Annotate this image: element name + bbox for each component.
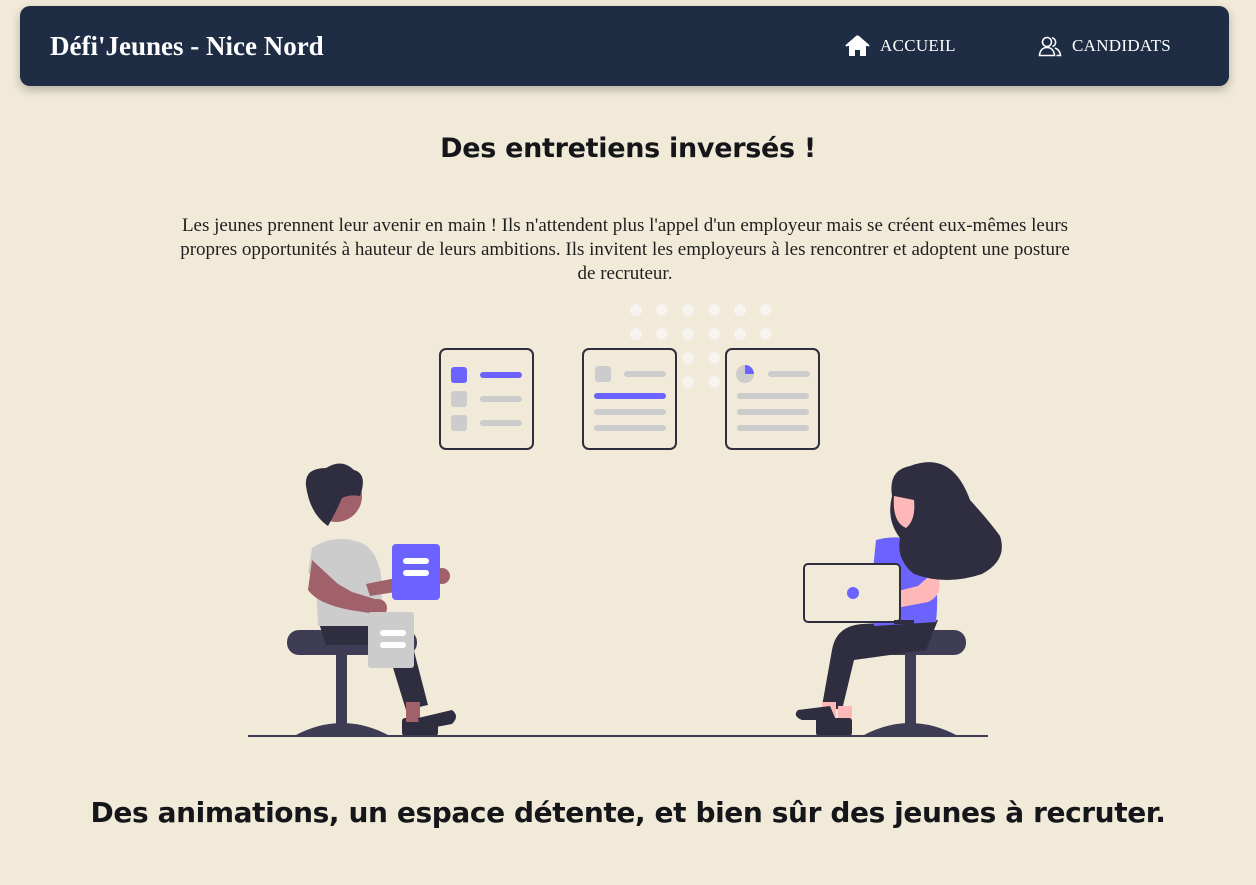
section-heading: Des animations, un espace détente, et bi…: [90, 796, 1166, 829]
card-document: [582, 348, 677, 450]
nav-link-label: ACCUEIL: [880, 36, 956, 55]
nav-link-candidats[interactable]: CANDIDATS: [1038, 6, 1171, 86]
nav-link-accueil[interactable]: ACCUEIL: [845, 6, 956, 86]
brand-link[interactable]: Défi'Jeunes - Nice Nord: [50, 6, 324, 86]
users-icon: [1038, 35, 1062, 57]
person-right: [795, 462, 1002, 736]
card-checklist: [439, 348, 534, 450]
home-icon: [845, 35, 870, 57]
person-left: [305, 463, 456, 736]
navbar: Défi'Jeunes - Nice Nord ACCUEIL CANDIDAT…: [20, 6, 1229, 86]
intro-paragraph: Les jeunes prennent leur avenir en main …: [180, 215, 1070, 284]
nav-link-label: CANDIDATS: [1072, 36, 1172, 55]
interview-illustration: [248, 304, 1002, 737]
page-title: Des entretiens inversés !: [440, 133, 816, 164]
card-report: [725, 348, 820, 450]
